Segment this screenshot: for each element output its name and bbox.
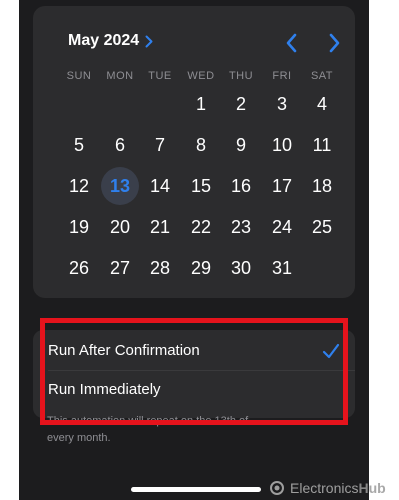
weekday-label: WED — [187, 70, 215, 82]
day-cell[interactable]: 29 — [182, 249, 220, 287]
footnote-line-2: every month. — [47, 432, 111, 444]
day-cell[interactable]: 11 — [303, 126, 341, 164]
day-cell[interactable]: 12 — [60, 167, 98, 205]
phone-screen: May 2024 SUN MON TUE WED THU FRI SAT 123456789… — [19, 0, 369, 500]
day-cell[interactable]: 2 — [222, 85, 260, 123]
watermark-text-a: Electronics — [290, 480, 359, 496]
run-options-card: Run After Confirmation Run Immediately — [33, 330, 355, 418]
day-cell[interactable]: 26 — [60, 249, 98, 287]
weekday-label: SAT — [310, 70, 334, 82]
day-cell[interactable]: 18 — [303, 167, 341, 205]
option-label: Run Immediately — [48, 381, 161, 398]
previous-month-button[interactable] — [283, 32, 301, 54]
day-cell[interactable]: 25 — [303, 208, 341, 246]
day-cell[interactable]: 1 — [182, 85, 220, 123]
option-run-immediately[interactable]: Run Immediately — [48, 371, 348, 409]
footnote-line-1: This automation will repeat on the 13th … — [47, 415, 249, 427]
weekday-label: TUE — [148, 70, 172, 82]
weekday-label: SUN — [66, 70, 92, 82]
day-cell[interactable]: 17 — [263, 167, 301, 205]
watermark: Electronics Hub — [268, 479, 386, 497]
day-cell[interactable]: 24 — [263, 208, 301, 246]
chevron-right-icon — [329, 33, 340, 53]
gear-logo-icon — [270, 481, 284, 495]
day-cell-selected[interactable]: 13 — [101, 167, 139, 205]
calendar-card: May 2024 SUN MON TUE WED THU FRI SAT 123456789… — [33, 6, 355, 298]
footnote-text: This automation will repeat on the 13th … — [47, 413, 307, 447]
watermark-text-b: Hub — [358, 480, 386, 496]
day-cell[interactable]: 20 — [101, 208, 139, 246]
chevron-left-icon — [286, 33, 297, 53]
day-cell[interactable]: 9 — [222, 126, 260, 164]
option-run-after-confirmation[interactable]: Run After Confirmation — [48, 332, 348, 370]
day-cell[interactable]: 28 — [141, 249, 179, 287]
day-cell[interactable]: 14 — [141, 167, 179, 205]
day-cell[interactable]: 6 — [101, 126, 139, 164]
option-label: Run After Confirmation — [48, 342, 200, 359]
next-month-button[interactable] — [325, 32, 343, 54]
day-cell[interactable]: 15 — [182, 167, 220, 205]
day-cell[interactable]: 19 — [60, 208, 98, 246]
weekday-label: FRI — [272, 70, 292, 82]
day-cell[interactable]: 4 — [303, 85, 341, 123]
day-cell[interactable]: 3 — [263, 85, 301, 123]
day-cell[interactable]: 5 — [60, 126, 98, 164]
weekday-label: THU — [228, 70, 254, 82]
day-cell[interactable]: 21 — [141, 208, 179, 246]
day-cell[interactable]: 23 — [222, 208, 260, 246]
day-cell[interactable]: 10 — [263, 126, 301, 164]
day-cell[interactable]: 31 — [263, 249, 301, 287]
checkmark-icon — [322, 343, 340, 359]
day-cell[interactable]: 7 — [141, 126, 179, 164]
day-cell[interactable]: 16 — [222, 167, 260, 205]
month-selector-button[interactable]: May 2024 — [68, 32, 153, 50]
home-indicator — [131, 487, 261, 492]
day-cell[interactable]: 30 — [222, 249, 260, 287]
day-cell[interactable]: 27 — [101, 249, 139, 287]
month-label: May 2024 — [68, 32, 140, 49]
day-cell[interactable]: 8 — [182, 126, 220, 164]
chevron-right-icon — [145, 35, 153, 47]
weekday-label: MON — [106, 70, 134, 82]
day-cell[interactable]: 22 — [182, 208, 220, 246]
